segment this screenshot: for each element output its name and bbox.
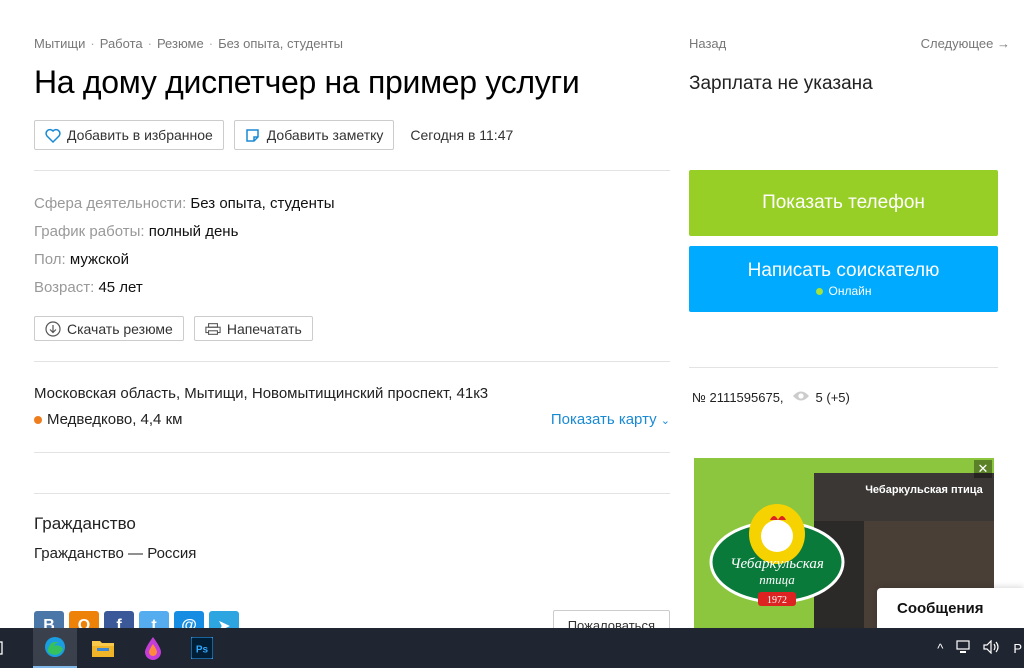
vk-share-icon[interactable]: В — [34, 611, 64, 628]
online-dot-icon — [815, 287, 823, 295]
divider — [34, 170, 670, 171]
address: Московская область, Мытищи, Новомытищинс… — [34, 385, 489, 402]
post-date: Сегодня в 11:47 — [410, 127, 514, 143]
citizenship-value: Гражданство — Россия — [34, 545, 197, 562]
telegram-share-icon[interactable]: ➤ — [209, 611, 239, 628]
show-map-label: Показать карту — [550, 411, 657, 428]
chevron-down-icon: ⌄ — [660, 415, 670, 427]
property-value: мужской — [69, 251, 130, 268]
metro-dot-icon — [34, 415, 42, 424]
print-button[interactable]: Напечатать — [193, 316, 313, 341]
property-value: 45 лет — [98, 279, 143, 296]
breadcrumb-item-city[interactable]: Мытищи — [34, 36, 85, 51]
divider — [34, 361, 670, 362]
property-key: Возраст: — [34, 279, 95, 296]
add-favorite-label: Добавить в избранное — [67, 127, 213, 143]
paint-app-icon[interactable] — [133, 628, 173, 668]
download-resume-label: Скачать резюме — [67, 320, 173, 337]
salary: Зарплата не указана — [689, 73, 873, 94]
ad-logo-line1: Чебаркульская — [730, 556, 824, 572]
heart-icon — [45, 127, 61, 143]
breadcrumb: Мытищи · Работа · Резюме · Без опыта, студенты — [34, 36, 343, 51]
breadcrumb-item-work[interactable]: Работа — [100, 36, 143, 51]
property-row: Сфера деятельности: Без опыта, студенты — [34, 190, 335, 218]
photoshop-icon[interactable]: Ps — [182, 628, 222, 668]
resume-properties: Сфера деятельности: Без опыта, студенты … — [34, 190, 335, 302]
views-count: 5 (+5) — [815, 390, 850, 405]
property-value: полный день — [148, 223, 239, 240]
mail-share-icon[interactable]: @ — [174, 611, 204, 628]
metro-label: Медведково, 4,4 км — [47, 411, 183, 428]
back-link[interactable]: Назад — [689, 36, 726, 51]
printer-icon — [205, 321, 221, 337]
add-note-label: Добавить заметку — [266, 127, 384, 143]
system-tray: ^ Р — [937, 628, 1024, 668]
message-candidate-label: Написать соискателю — [747, 260, 940, 281]
page: Мытищи · Работа · Резюме · Без опыта, студенты… — [0, 0, 1024, 628]
ad-year: 1972 — [767, 595, 787, 606]
property-value: Без опыта, студенты — [190, 195, 335, 212]
metro-station: Медведково, 4,4 км — [34, 411, 182, 428]
online-label: Онлайн — [828, 284, 872, 298]
network-icon[interactable] — [955, 639, 971, 657]
add-note-button[interactable]: Добавить заметку — [233, 120, 395, 150]
listing-number: № 2111595675, — [692, 390, 784, 405]
file-explorer-icon[interactable] — [83, 628, 123, 668]
divider — [34, 452, 670, 453]
listing-meta: № 2111595675, 5 (+5) — [692, 390, 850, 405]
property-row: Пол: мужской — [34, 246, 335, 274]
note-icon — [245, 127, 261, 143]
close-ad-icon[interactable]: ✕ — [974, 460, 992, 478]
breadcrumb-item-category[interactable]: Без опыта, студенты — [218, 36, 343, 51]
show-map-link[interactable]: Показать карту ⌄ — [551, 411, 670, 428]
share-buttons: В О f t @ ➤ — [34, 611, 244, 628]
divider — [34, 493, 670, 494]
property-key: График работы: — [34, 223, 145, 240]
page-title: На дому диспетчер на пример услуги — [34, 64, 580, 100]
taskbar: Ps ^ Р — [0, 628, 1024, 668]
report-button[interactable]: Пожаловаться — [552, 610, 670, 628]
messages-panel-button[interactable]: Сообщения — [877, 588, 1024, 628]
download-resume-button[interactable]: Скачать резюме — [34, 316, 184, 341]
add-favorite-button[interactable]: Добавить в избранное — [34, 120, 224, 150]
resume-actions: Скачать резюме Напечатать — [34, 316, 313, 341]
volume-icon[interactable] — [983, 639, 1001, 657]
divider — [689, 367, 998, 368]
breadcrumb-item-resume[interactable]: Резюме — [157, 36, 204, 51]
message-candidate-button[interactable]: Написать соискателю Онлайн — [689, 246, 998, 312]
online-status: Онлайн — [815, 284, 872, 298]
ok-share-icon[interactable]: О — [69, 611, 99, 628]
property-key: Сфера деятельности: — [34, 195, 187, 212]
download-icon — [45, 320, 61, 337]
action-bar: Добавить в избранное Добавить заметку Се… — [34, 120, 513, 150]
show-phone-button[interactable]: Показать телефон — [689, 170, 998, 236]
language-indicator[interactable]: Р — [1013, 641, 1022, 656]
edge-browser-icon[interactable] — [33, 628, 77, 668]
svg-text:Ps: Ps — [196, 645, 209, 656]
print-label: Напечатать — [226, 320, 302, 337]
property-row: График работы: полный день — [34, 218, 335, 246]
property-key: Пол: — [34, 251, 66, 268]
ad-logo: Чебаркульская птица 1972 — [709, 504, 845, 606]
twitter-share-icon[interactable]: t — [139, 611, 169, 628]
chevron-up-icon[interactable]: ^ — [937, 641, 943, 656]
property-row: Возраст: 45 лет — [34, 274, 335, 302]
next-link[interactable]: Следующее → — [921, 36, 1010, 51]
eye-icon — [792, 390, 810, 405]
citizenship-heading: Гражданство — [34, 514, 136, 533]
ad-logo-line2: птица — [759, 572, 795, 587]
task-view-icon[interactable] — [0, 628, 10, 668]
facebook-share-icon[interactable]: f — [104, 611, 134, 628]
